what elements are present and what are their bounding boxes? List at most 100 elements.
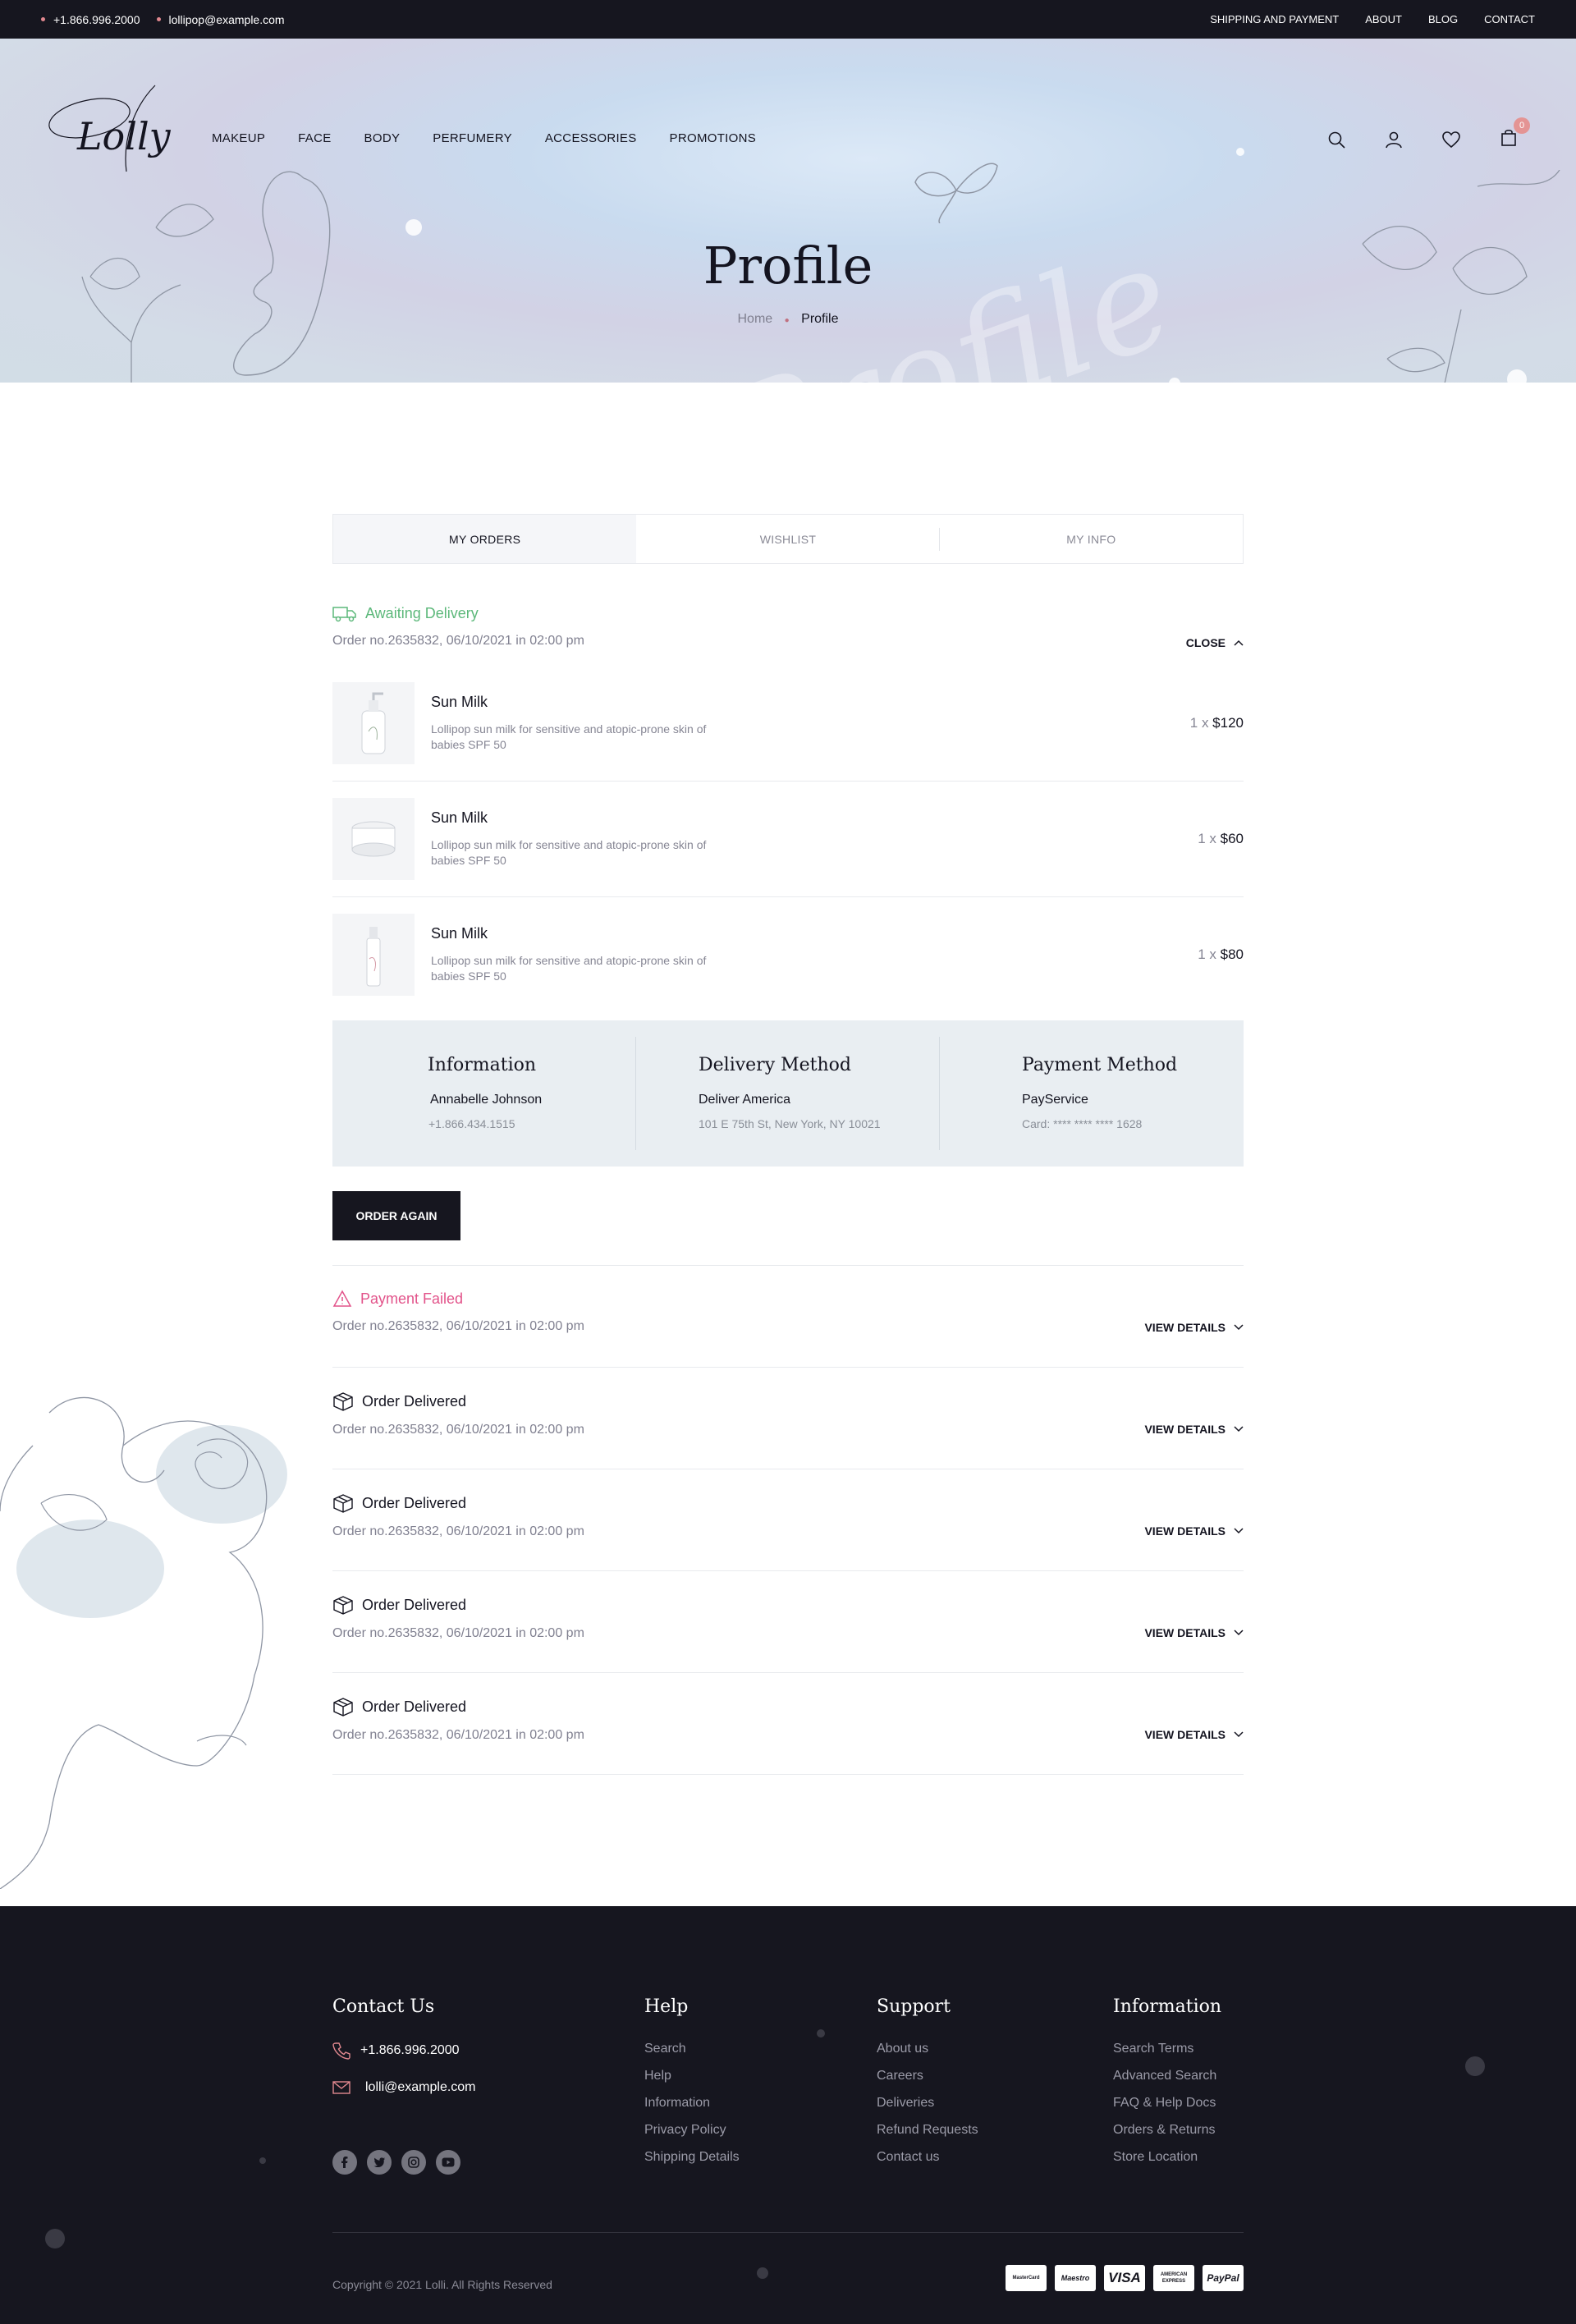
product-thumbnail[interactable]: [332, 682, 415, 764]
topbar-email[interactable]: lollipop@example.com: [156, 13, 285, 26]
menu-perfumery[interactable]: PERFUMERY: [433, 131, 512, 145]
pump-bottle-icon: [361, 692, 386, 754]
payment-methods: MasterCard Maestro VISA AMERICAN EXPRESS…: [1006, 2265, 1244, 2291]
tab-my-info[interactable]: MY INFO: [940, 515, 1243, 563]
breadcrumb-home[interactable]: Home: [738, 312, 773, 326]
amex-icon: AMERICAN EXPRESS: [1153, 2265, 1194, 2291]
topbar-phone[interactable]: +1.866.996.2000: [41, 13, 140, 26]
profile-tabs: MY ORDERS WISHLIST MY INFO: [332, 514, 1244, 564]
menu-accessories[interactable]: ACCESSORIES: [545, 131, 637, 145]
product-thumbnail[interactable]: [332, 914, 415, 996]
phone-icon: [332, 2042, 350, 2060]
footer-information-title: Information: [1113, 1996, 1222, 2017]
topbar-link-about[interactable]: ABOUT: [1365, 13, 1402, 25]
tab-wishlist[interactable]: WISHLIST: [636, 515, 940, 563]
footer-link[interactable]: Orders & Returns: [1113, 2123, 1221, 2138]
payment-method-name: PayService: [1022, 1093, 1088, 1107]
order-status: Payment Failed: [332, 1290, 1244, 1308]
search-icon[interactable]: [1326, 130, 1346, 149]
chevron-down-icon: [1234, 1731, 1244, 1738]
footer-link[interactable]: Help: [644, 2069, 740, 2083]
footer-link[interactable]: Store Location: [1113, 2150, 1221, 2165]
order-status: Order Delivered: [332, 1697, 1244, 1717]
divider: [332, 1570, 1244, 1571]
footer-link[interactable]: Privacy Policy: [644, 2123, 740, 2138]
order-again-button[interactable]: ORDER AGAIN: [332, 1191, 460, 1240]
topbar-link-blog[interactable]: BLOG: [1428, 13, 1458, 25]
menu-body[interactable]: BODY: [364, 131, 401, 145]
order-status-label: Order Delivered: [362, 1698, 467, 1715]
order-meta: Order no.2635832, 06/10/2021 in 02:00 pm: [332, 1728, 584, 1742]
tab-my-orders[interactable]: MY ORDERS: [333, 515, 637, 563]
footer-link[interactable]: Information: [644, 2096, 740, 2111]
cart-button[interactable]: 0: [1499, 117, 1530, 151]
divider: [332, 1367, 1244, 1368]
menu-face[interactable]: FACE: [298, 131, 331, 145]
delivery-truck-icon: [332, 606, 356, 621]
profile-content: MY ORDERS WISHLIST MY INFO Awaiting Deli…: [0, 383, 1576, 1906]
view-details-button[interactable]: VIEW DETAILS: [1144, 1626, 1244, 1639]
chevron-down-icon: [1234, 1528, 1244, 1534]
order-summary-panel: Information Annabelle Johnson +1.866.434…: [332, 1020, 1244, 1167]
dot-icon: [41, 17, 45, 21]
mail-icon: [332, 2081, 350, 2094]
order-status-label: Order Delivered: [362, 1596, 467, 1613]
view-details-button[interactable]: VIEW DETAILS: [1144, 1321, 1244, 1334]
view-details-button[interactable]: VIEW DETAILS: [1144, 1423, 1244, 1436]
order-item: Sun Milk Lollipop sun milk for sensitive…: [332, 682, 1244, 764]
footer-email[interactable]: lolli@example.com: [332, 2080, 476, 2095]
footer-phone[interactable]: +1.866.996.2000: [332, 2042, 476, 2060]
view-details-button[interactable]: VIEW DETAILS: [1144, 1728, 1244, 1741]
site-logo[interactable]: Lolly: [44, 81, 171, 180]
order-delivered: Order Delivered Order no.2635832, 06/10/…: [332, 1493, 1244, 1539]
product-name[interactable]: Sun Milk: [431, 925, 488, 942]
product-name[interactable]: Sun Milk: [431, 694, 488, 711]
customer-name: Annabelle Johnson: [430, 1093, 543, 1107]
footer-link[interactable]: Refund Requests: [877, 2123, 978, 2138]
footer-link[interactable]: Search Terms: [1113, 2042, 1221, 2056]
user-icon[interactable]: [1384, 130, 1404, 149]
social-links: [332, 2150, 460, 2175]
product-description: Lollipop sun milk for sensitive and atop…: [431, 838, 707, 867]
footer-contact: Contact Us +1.866.996.2000 lolli@example…: [332, 1996, 476, 2095]
top-bar: +1.866.996.2000 lollipop@example.com SHI…: [0, 0, 1576, 39]
footer-link[interactable]: Shipping Details: [644, 2150, 740, 2165]
youtube-icon[interactable]: [436, 2150, 460, 2175]
product-name[interactable]: Sun Milk: [431, 809, 488, 827]
view-details-button[interactable]: VIEW DETAILS: [1144, 1524, 1244, 1538]
bubble-decor: [1465, 2056, 1485, 2076]
footer-link[interactable]: Contact us: [877, 2150, 978, 2165]
breadcrumb-current: Profile: [801, 312, 839, 326]
product-thumbnail[interactable]: [332, 798, 415, 880]
woman-roses-line-art: [0, 1397, 287, 1889]
close-order-button[interactable]: CLOSE: [1186, 636, 1244, 649]
footer-link[interactable]: Advanced Search: [1113, 2069, 1221, 2083]
instagram-icon[interactable]: [401, 2150, 426, 2175]
footer-link[interactable]: Deliveries: [877, 2096, 978, 2111]
chevron-down-icon: [1234, 1630, 1244, 1636]
order-meta: Order no.2635832, 06/10/2021 in 02:00 pm: [332, 634, 584, 648]
menu-makeup[interactable]: MAKEUP: [212, 131, 265, 145]
topbar-link-contact[interactable]: CONTACT: [1484, 13, 1535, 25]
footer-link[interactable]: FAQ & Help Docs: [1113, 2096, 1221, 2111]
menu-promotions[interactable]: PROMOTIONS: [670, 131, 757, 145]
twitter-icon[interactable]: [367, 2150, 392, 2175]
bubble-decor: [757, 2267, 768, 2279]
footer-link[interactable]: Careers: [877, 2069, 978, 2083]
facebook-icon[interactable]: [332, 2150, 357, 2175]
footer-link[interactable]: Search: [644, 2042, 740, 2056]
footer-link[interactable]: About us: [877, 2042, 978, 2056]
payment-method-title: Payment Method: [1022, 1055, 1178, 1075]
product-description: Lollipop sun milk for sensitive and atop…: [431, 722, 707, 751]
heart-icon[interactable]: [1441, 130, 1461, 149]
divider: [332, 896, 1244, 897]
order-status-label: Order Delivered: [362, 1494, 467, 1511]
order-status-label: Order Delivered: [362, 1392, 467, 1410]
bubble-decor: [45, 2229, 65, 2248]
order-status: Awaiting Delivery: [332, 605, 1244, 622]
delivery-method-column: Delivery Method Deliver America 101 E 75…: [636, 1020, 940, 1167]
divider: [332, 781, 1244, 782]
topbar-link-shipping[interactable]: SHIPPING AND PAYMENT: [1210, 13, 1339, 25]
order-meta: Order no.2635832, 06/10/2021 in 02:00 pm: [332, 1524, 584, 1538]
divider: [332, 1774, 1244, 1775]
